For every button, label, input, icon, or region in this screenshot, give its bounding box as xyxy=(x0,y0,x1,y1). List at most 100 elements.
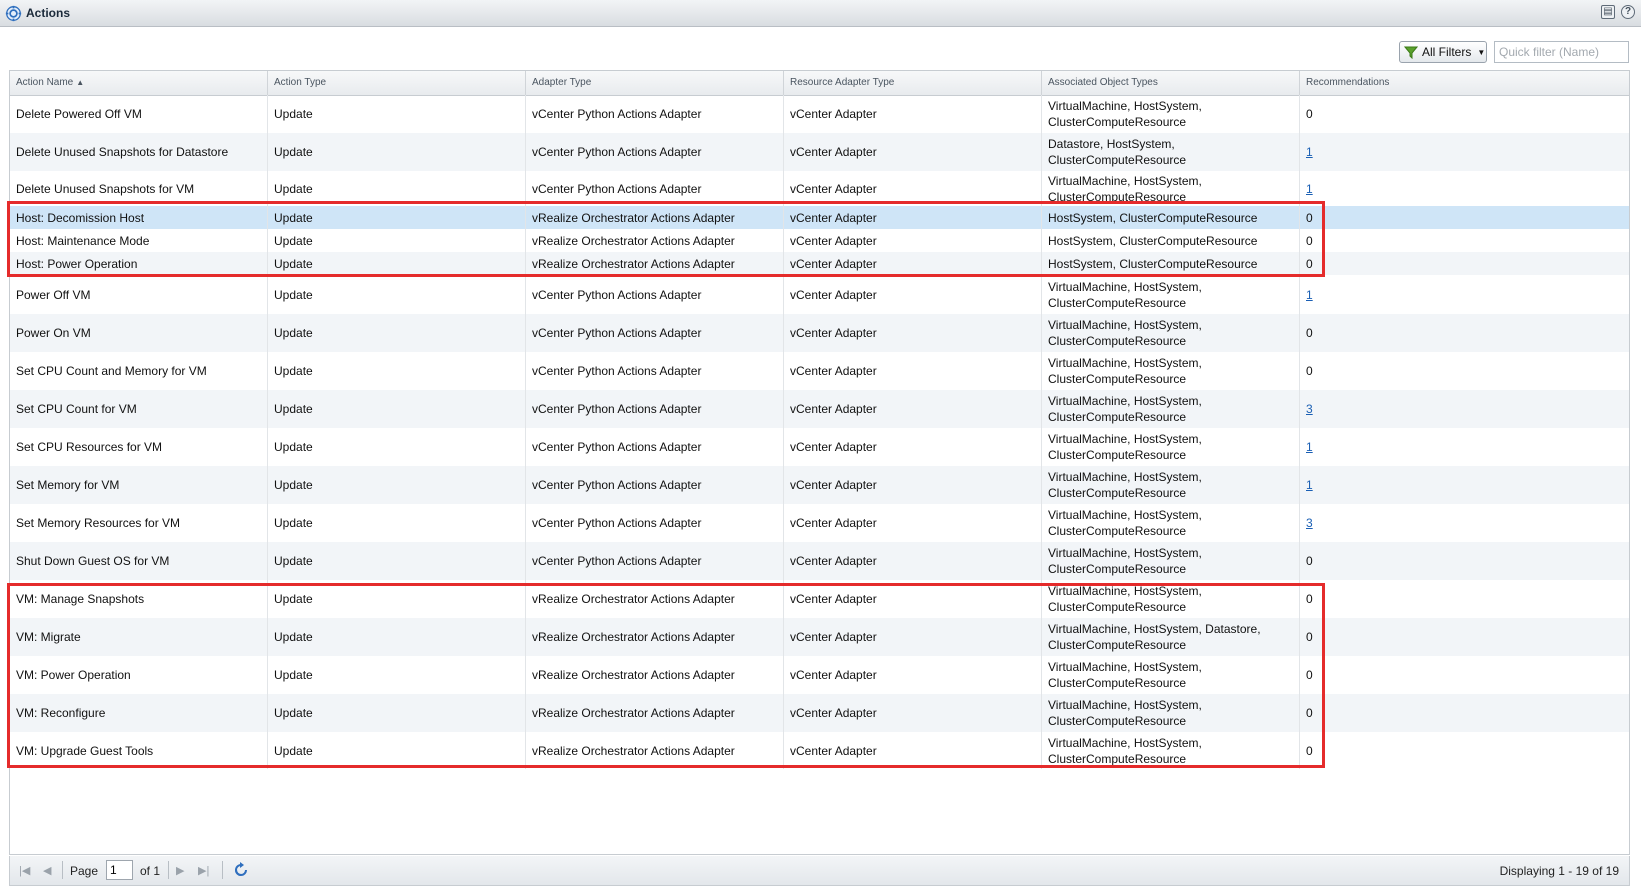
table-row[interactable]: Set CPU Resources for VM Update vCenter Py… xyxy=(10,428,1629,466)
recommendations-cell: 0 xyxy=(1300,206,1629,229)
table-row[interactable]: Power Off VM Update vCenter Python Actions… xyxy=(10,275,1629,314)
adapter-type-cell: vRealize Orchestrator Actions Adapter xyxy=(526,732,784,769)
action-type-cell: Update xyxy=(268,466,526,504)
recommendations-cell: 0 xyxy=(1300,694,1629,732)
adapter-type-cell: vCenter Python Actions Adapter xyxy=(526,314,784,352)
action-name-cell: Set CPU Count for VM xyxy=(10,390,268,428)
recommendations-cell: 0 xyxy=(1300,580,1629,618)
action-type-cell: Update xyxy=(268,133,526,171)
table-row[interactable]: Shut Down Guest OS for VM Update vCenter P… xyxy=(10,542,1629,580)
object-types-cell: VirtualMachine, HostSystem, ClusterCompu… xyxy=(1042,314,1300,352)
filter-icon xyxy=(1404,46,1418,59)
page-count-label: of 1 xyxy=(140,864,161,878)
object-types-cell: VirtualMachine, HostSystem, ClusterCompu… xyxy=(1042,352,1300,390)
table-row[interactable]: Set Memory Resources for VM Update vCenter… xyxy=(10,504,1629,542)
adapter-type-cell: vCenter Python Actions Adapter xyxy=(526,466,784,504)
table-row[interactable]: VM: Manage Snapshots Update vRealize Orche… xyxy=(10,580,1629,618)
resource-adapter-type-cell: vCenter Adapter xyxy=(784,275,1042,314)
table-row[interactable]: Delete Powered Off VM Update vCenter Pytho… xyxy=(10,95,1629,133)
object-types-cell: HostSystem, ClusterComputeResource xyxy=(1042,229,1300,252)
table-row[interactable]: VM: Upgrade Guest Tools Update vRealize Or… xyxy=(10,732,1629,769)
table-row[interactable]: Set Memory for VM Update vCenter Python Ac… xyxy=(10,466,1629,504)
col-header-action-type[interactable]: Action Type xyxy=(268,71,526,95)
resource-adapter-type-cell: vCenter Adapter xyxy=(784,252,1042,275)
displaying-count: Displaying 1 - 19 of 19 xyxy=(1499,864,1619,878)
table-row[interactable]: Host: Decomission Host Update vRealize Orc… xyxy=(10,206,1629,229)
table-row[interactable]: Set CPU Count for VM Update vCenter Python… xyxy=(10,390,1629,428)
object-types-cell: VirtualMachine, HostSystem, ClusterCompu… xyxy=(1042,732,1300,769)
save-layout-icon[interactable]: ▤ xyxy=(1601,5,1615,19)
recommendations-cell: 1 xyxy=(1300,428,1629,466)
recommendations-cell: 0 xyxy=(1300,542,1629,580)
action-type-cell: Update xyxy=(268,229,526,252)
action-type-cell: Update xyxy=(268,542,526,580)
col-header-adapter-type[interactable]: Adapter Type xyxy=(526,71,784,95)
col-header-action-name[interactable]: Action Name ▲ xyxy=(10,71,268,95)
table-row[interactable]: Host: Maintenance Mode Update vRealize Orc… xyxy=(10,229,1629,252)
recommendations-cell: 1 xyxy=(1300,466,1629,504)
table-row[interactable]: Delete Unused Snapshots for VM Update vCen… xyxy=(10,171,1629,206)
help-icon[interactable]: ? xyxy=(1621,5,1635,19)
quick-filter-input[interactable] xyxy=(1494,41,1629,63)
recommendations-cell: 3 xyxy=(1300,504,1629,542)
table-header: Action Name ▲ Action Type Adapter Type Resou… xyxy=(10,71,1629,96)
next-page-icon[interactable]: ▶ xyxy=(176,864,184,877)
table-row[interactable]: VM: Power Operation Update vRealize Orches… xyxy=(10,656,1629,694)
table-row[interactable]: Set CPU Count and Memory for VM Update vCe… xyxy=(10,352,1629,390)
refresh-icon[interactable] xyxy=(233,862,249,878)
action-name-cell: Delete Unused Snapshots for Datastore xyxy=(10,133,268,171)
table-row[interactable]: Host: Power Operation Update vRealize Orch… xyxy=(10,252,1629,275)
table-row[interactable]: Power On VM Update vCenter Python Actions … xyxy=(10,314,1629,352)
action-name-cell: Set CPU Resources for VM xyxy=(10,428,268,466)
recommendations-link[interactable]: 1 xyxy=(1306,439,1313,455)
object-types-cell: VirtualMachine, HostSystem, ClusterCompu… xyxy=(1042,171,1300,206)
chevron-down-icon: ▼ xyxy=(1477,47,1486,57)
recommendations-cell: 0 xyxy=(1300,252,1629,275)
action-name-cell: Power Off VM xyxy=(10,275,268,314)
first-page-icon[interactable]: |◀ xyxy=(19,864,30,877)
action-type-cell: Update xyxy=(268,618,526,656)
page-number-input[interactable] xyxy=(106,860,133,880)
action-type-cell: Update xyxy=(268,656,526,694)
adapter-type-cell: vCenter Python Actions Adapter xyxy=(526,352,784,390)
object-types-cell: VirtualMachine, HostSystem, ClusterCompu… xyxy=(1042,95,1300,133)
recommendations-cell: 0 xyxy=(1300,656,1629,694)
adapter-type-cell: vCenter Python Actions Adapter xyxy=(526,275,784,314)
all-filters-button[interactable]: All Filters ▼ xyxy=(1399,41,1487,63)
resource-adapter-type-cell: vCenter Adapter xyxy=(784,542,1042,580)
recommendations-link[interactable]: 3 xyxy=(1306,515,1313,531)
action-name-cell: VM: Upgrade Guest Tools xyxy=(10,732,268,769)
action-name-cell: Shut Down Guest OS for VM xyxy=(10,542,268,580)
last-page-icon[interactable]: ▶| xyxy=(198,864,209,877)
recommendations-link[interactable]: 1 xyxy=(1306,287,1313,303)
action-name-cell: Set Memory for VM xyxy=(10,466,268,504)
action-type-cell: Update xyxy=(268,732,526,769)
action-name-cell: Power On VM xyxy=(10,314,268,352)
table-row[interactable]: VM: Migrate Update vRealize Orchestrator A… xyxy=(10,618,1629,656)
table-row[interactable]: VM: Reconfigure Update vRealize Orchestrat… xyxy=(10,694,1629,732)
col-header-resource-adapter-type[interactable]: Resource Adapter Type xyxy=(784,71,1042,95)
recommendations-cell: 1 xyxy=(1300,133,1629,171)
recommendations-link[interactable]: 1 xyxy=(1306,181,1313,197)
recommendations-cell: 0 xyxy=(1300,732,1629,769)
recommendations-link[interactable]: 3 xyxy=(1306,401,1313,417)
col-header-recommendations[interactable]: Recommendations xyxy=(1300,71,1629,95)
previous-page-icon[interactable]: ◀ xyxy=(43,864,51,877)
adapter-type-cell: vCenter Python Actions Adapter xyxy=(526,504,784,542)
recommendations-link[interactable]: 1 xyxy=(1306,144,1313,160)
object-types-cell: VirtualMachine, HostSystem, ClusterCompu… xyxy=(1042,466,1300,504)
action-name-cell: VM: Power Operation xyxy=(10,656,268,694)
page-label: Page xyxy=(70,864,99,878)
action-name-cell: VM: Migrate xyxy=(10,618,268,656)
resource-adapter-type-cell: vCenter Adapter xyxy=(784,580,1042,618)
col-header-object-types[interactable]: Associated Object Types xyxy=(1042,71,1300,95)
recommendations-cell: 0 xyxy=(1300,229,1629,252)
recommendations-link[interactable]: 1 xyxy=(1306,477,1313,493)
sort-ascending-icon: ▲ xyxy=(76,78,85,87)
object-types-cell: VirtualMachine, HostSystem, ClusterCompu… xyxy=(1042,428,1300,466)
panel-titlebar: Actions ▤ ? xyxy=(0,0,1641,27)
table-row[interactable]: Delete Unused Snapshots for Datastore Upd… xyxy=(10,133,1629,171)
adapter-type-cell: vRealize Orchestrator Actions Adapter xyxy=(526,229,784,252)
action-type-cell: Update xyxy=(268,252,526,275)
resource-adapter-type-cell: vCenter Adapter xyxy=(784,504,1042,542)
